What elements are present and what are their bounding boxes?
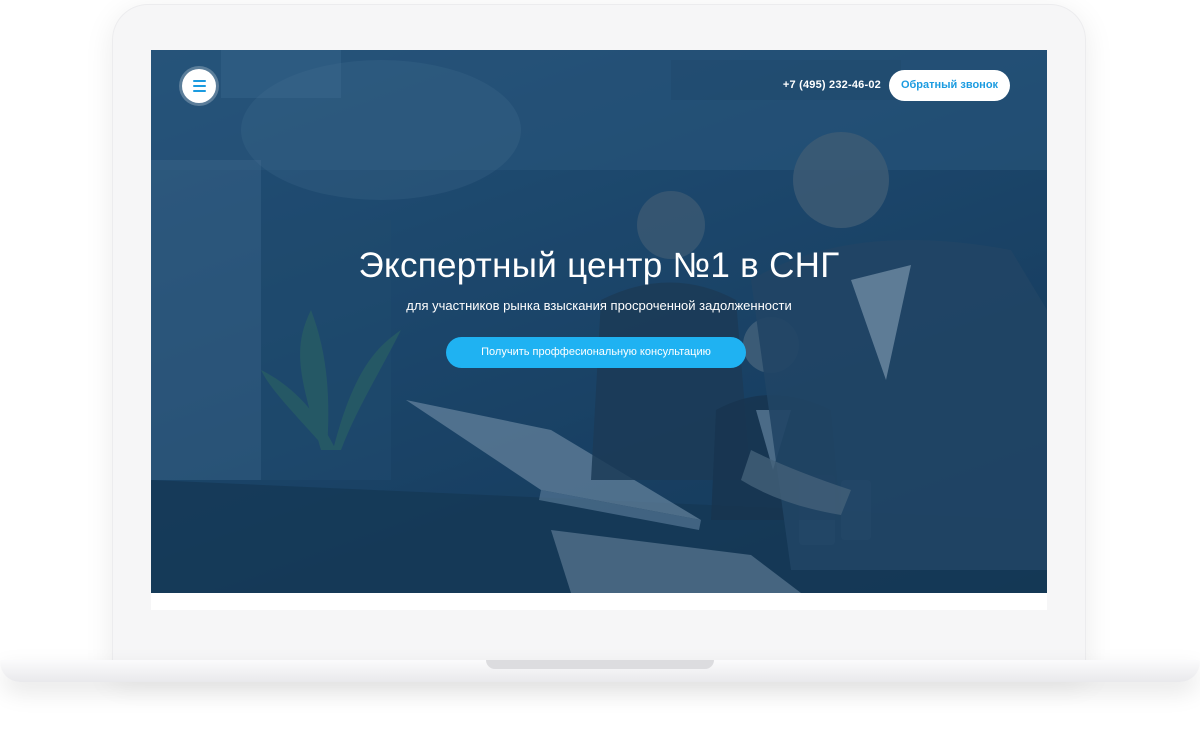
callback-button[interactable]: Обратный звонок xyxy=(889,70,1010,101)
hero-section: +7 (495) 232-46-02 Обратный звонок Экспе… xyxy=(151,50,1047,593)
hamburger-menu-icon xyxy=(192,79,206,94)
menu-button[interactable] xyxy=(182,69,216,103)
laptop-notch xyxy=(486,660,714,669)
phone-number[interactable]: +7 (495) 232-46-02 xyxy=(761,79,881,91)
laptop-mockup: +7 (495) 232-46-02 Обратный звонок Экспе… xyxy=(0,0,1200,736)
hero-title: Экспертный центр №1 в СНГ xyxy=(358,246,840,285)
laptop-base xyxy=(0,660,1200,682)
hero-subtitle: для участников рынка взыскания просрочен… xyxy=(406,298,792,313)
consultation-button[interactable]: Получить проффесиональную консультацию xyxy=(446,337,746,368)
hero-color-overlay xyxy=(151,50,1047,593)
laptop-screen: +7 (495) 232-46-02 Обратный звонок Экспе… xyxy=(151,50,1047,610)
